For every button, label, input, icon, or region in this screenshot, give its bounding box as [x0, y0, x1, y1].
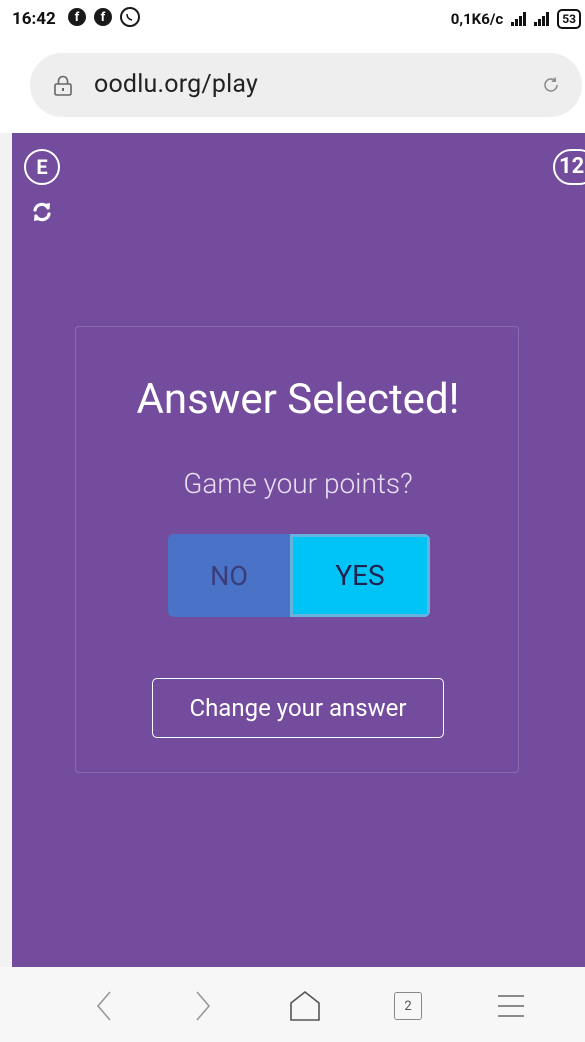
- signal-h-icon: [534, 12, 550, 26]
- refresh-icon[interactable]: [31, 201, 53, 223]
- viber-icon: [120, 7, 140, 27]
- status-time: 16:42: [12, 9, 56, 29]
- reload-icon[interactable]: [540, 74, 562, 96]
- score-badge: 12: [553, 149, 585, 185]
- answer-card: Answer Selected! Game your points? NO YE…: [75, 326, 519, 773]
- menu-icon[interactable]: [494, 989, 528, 1023]
- tab-count: 2: [394, 992, 422, 1020]
- browser-bottom-nav: 2: [0, 967, 585, 1042]
- address-bar[interactable]: oodlu.org/play: [30, 53, 582, 117]
- forward-icon[interactable]: [186, 989, 220, 1023]
- status-right: 0,1K6/c 53: [451, 9, 581, 29]
- player-initial-badge[interactable]: E: [24, 149, 60, 185]
- game-area: E 12 Answer Selected! Game your points? …: [12, 133, 585, 967]
- signal-icon: [511, 12, 527, 26]
- yes-option[interactable]: YES: [290, 534, 430, 617]
- url-text[interactable]: oodlu.org/play: [94, 70, 258, 99]
- card-title: Answer Selected!: [136, 375, 460, 424]
- gamble-question: Game your points?: [183, 467, 413, 500]
- tabs-icon[interactable]: 2: [391, 989, 425, 1023]
- facebook-icon: f: [68, 8, 86, 26]
- gamble-toggle[interactable]: NO YES: [168, 534, 430, 617]
- battery-icon: 53: [557, 9, 581, 29]
- back-icon[interactable]: [87, 989, 121, 1023]
- browser-toolbar: oodlu.org/play: [0, 40, 585, 133]
- lock-icon[interactable]: [52, 74, 74, 96]
- change-answer-button[interactable]: Change your answer: [152, 678, 444, 738]
- network-speed: 0,1K6/c: [450, 10, 504, 28]
- facebook-icon: f: [94, 8, 112, 26]
- no-option[interactable]: NO: [168, 534, 290, 617]
- home-icon[interactable]: [288, 989, 322, 1023]
- status-bar: 16:42 f f 0,1K6/c 53: [0, 0, 585, 40]
- status-notification-icons: f f: [68, 7, 140, 27]
